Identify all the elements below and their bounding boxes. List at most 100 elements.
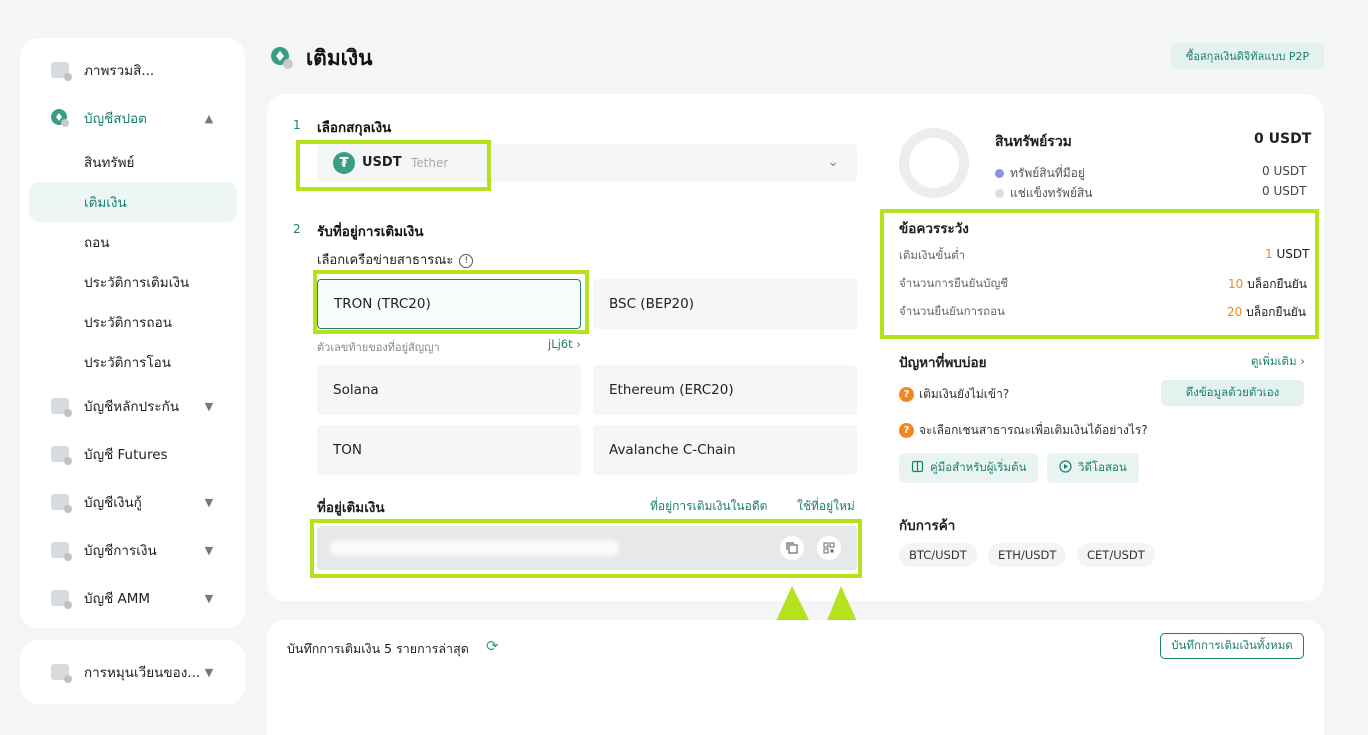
step-number: 2 [293,222,301,236]
sidebar-sub-deposit[interactable]: เติมเงิน [29,182,237,222]
chevron-down-icon[interactable]: ▼ [201,398,217,414]
faq-question-text: เติมเงินยังไม่เข้า? [919,387,1010,401]
sidebar-item-label: บัญชีหลักประกัน [84,399,180,415]
network-ethereum[interactable]: Ethereum (ERC20) [593,365,857,415]
loan-account-icon [50,492,72,513]
asset-donut-chart [899,128,969,198]
caution-min-label: เติมเงินขั้นต่ำ [899,248,966,262]
total-assets-value: 0 USDT [1254,131,1312,147]
sidebar-item-amm[interactable]: บัญชี AMM ▼ [20,578,245,618]
sidebar-item-futures[interactable]: บัญชี Futures [20,434,245,474]
highlight-address [310,519,862,578]
sidebar-item-label: ภาพรวมสิ... [84,63,155,79]
contract-value[interactable]: jLj6t › [548,337,581,351]
sidebar-sub-label: เติมเงิน [84,195,127,211]
pair-cet-usdt[interactable]: CET/USDT [1077,543,1155,567]
sidebar-item-margin[interactable]: บัญชีหลักประกัน ▼ [20,386,245,426]
spot-account-icon [50,108,70,128]
faq-more-link[interactable]: ดูเพิ่มเติม › [1251,353,1305,371]
chevron-down-icon[interactable]: ▼ [201,590,217,606]
pair-eth-usdt[interactable]: ETH/USDT [988,543,1067,567]
highlight-coin [296,140,491,191]
past-address-link[interactable]: ที่อยู่การเติมเงินในอดีต [650,497,767,516]
available-value: 0 USDT [1262,164,1307,178]
refresh-icon[interactable]: ⟳ [486,638,502,654]
sidebar-item-financial[interactable]: บัญชีการเงิน ▼ [20,530,245,570]
sidebar-sub-label: สินทรัพย์ [84,155,135,171]
sidebar-item-label: บัญชีสปอต [84,111,147,127]
address-title: ที่อยู่เติมเงิน [317,500,385,516]
caution-unit: USDT [1272,247,1310,261]
sidebar-item-circulation[interactable]: การหมุนเวียนของ... ▼ [20,652,245,692]
trade-title: กับการค้า [899,518,956,534]
book-icon [911,460,924,476]
network-avalanche[interactable]: Avalanche C-Chain [593,425,857,475]
caution-unit: บล็อกยืนยัน [1242,305,1307,319]
network-label-text: เลือกเครือข่ายสาธารณะ [317,253,454,268]
sidebar-item-spot[interactable]: บัญชีสปอต ▲ [20,98,245,138]
new-address-link[interactable]: ใช้ที่อยู่ใหม่ [797,497,855,516]
sidebar-item-loan[interactable]: บัญชีเงินกู้ ▼ [20,482,245,522]
sidebar-item-overview[interactable]: ภาพรวมสิ... [20,50,245,90]
caution-withdraw-value: 20 บล็อกยืนยัน [1227,303,1306,322]
legend-dot [995,169,1004,178]
chevron-down-icon[interactable]: ▼ [201,494,217,510]
beginner-guide-button[interactable]: คู่มือสำหรับผู้เริ่มต้น [899,453,1039,483]
sidebar: ภาพรวมสิ... บัญชีสปอต ▲ สินทรัพย์ เติมเง… [20,38,245,628]
info-icon[interactable]: ! [459,253,474,268]
legend-frozen: แช่แข็งทรัพย์สิน [995,184,1093,203]
caution-confirm-label: จำนวนการยืนยันบัญชี [899,276,1009,290]
sidebar-sub-label: ถอน [84,235,110,251]
sidebar-sub-label: ประวัติการถอน [84,315,172,331]
recent-deposits-label: บันทึกการเติมเงิน 5 รายการล่าสุด [287,641,469,656]
pair-btc-usdt[interactable]: BTC/USDT [899,543,977,567]
step-number: 1 [293,118,301,132]
chevron-down-icon[interactable]: ▼ [201,664,217,680]
guide-button-label: คู่มือสำหรับผู้เริ่มต้น [930,460,1027,474]
sidebar-item-label: บัญชีการเงิน [84,543,157,559]
network-bsc[interactable]: BSC (BEP20) [593,279,857,329]
caution-num: 10 [1228,277,1244,291]
video-tutorial-button[interactable]: วิดีโอสอน [1047,453,1139,483]
sidebar-sub-label: ประวัติการโอน [84,355,172,371]
sidebar-sub-transfer-history[interactable]: ประวัติการโอน [29,342,237,382]
video-button-label: วิดีโอสอน [1078,460,1127,474]
sidebar-item-label: บัญชีเงินกู้ [84,495,142,511]
sidebar-sub-label: ประวัติการเติมเงิน [84,275,190,291]
sidebar-sub-assets[interactable]: สินทรัพย์ [29,142,237,182]
question-icon: ? [899,423,914,438]
p2p-button[interactable]: ซื้อสกุลเงินดิจิทัลแบบ P2P [1171,43,1324,69]
chevron-down-icon[interactable]: ▼ [201,542,217,558]
network-solana[interactable]: Solana [317,365,581,415]
faq-question-text: จะเลือกเชนสาธารณะเพื่อเติมเงินได้อย่างไร… [919,423,1148,437]
sidebar-bottom: การหมุนเวียนของ... ▼ [20,640,245,704]
margin-account-icon [50,396,72,417]
sidebar-item-label: บัญชี Futures [84,447,168,463]
page-title: เติมเงิน [306,46,373,70]
step1-title: เลือกสกุลเงิน [317,120,392,136]
network-ton[interactable]: TON [317,425,581,475]
amm-account-icon [50,588,72,609]
question-icon: ? [899,387,914,402]
caution-title: ข้อควรระวัง [899,221,969,237]
legend-available: ทรัพย์สินที่มีอยู่ [995,164,1085,183]
caution-withdraw-label: จำนวนยืนยันการถอน [899,304,1005,318]
faq-title: ปัญหาที่พบบ่อย [899,355,987,371]
circulation-icon [50,662,72,683]
play-icon [1059,460,1072,476]
frozen-value: 0 USDT [1262,184,1307,198]
network-label: เลือกเครือข่ายสาธารณะ! [317,249,474,270]
legend-label: แช่แข็งทรัพย์สิน [1010,186,1093,200]
step2-title: รับที่อยู่การเติมเงิน [317,224,424,240]
overview-icon [50,60,72,81]
sidebar-sub-withdraw-history[interactable]: ประวัติการถอน [29,302,237,342]
chevron-up-icon[interactable]: ▲ [201,110,217,126]
faq-question-1[interactable]: ? เติมเงินยังไม่เข้า? [899,385,1009,404]
sidebar-sub-withdraw[interactable]: ถอน [29,222,237,262]
all-deposits-button[interactable]: บันทึกการเติมเงินทั้งหมด [1160,633,1304,659]
pull-data-button[interactable]: ดึงข้อมูลด้วยตัวเอง [1161,380,1304,406]
faq-question-2[interactable]: ? จะเลือกเชนสาธารณะเพื่อเติมเงินได้อย่างไ… [899,421,1148,440]
sidebar-sub-deposit-history[interactable]: ประวัติการเติมเงิน [29,262,237,302]
total-assets-title: สินทรัพย์รวม [995,134,1072,150]
sidebar-item-label: บัญชี AMM [84,591,151,607]
